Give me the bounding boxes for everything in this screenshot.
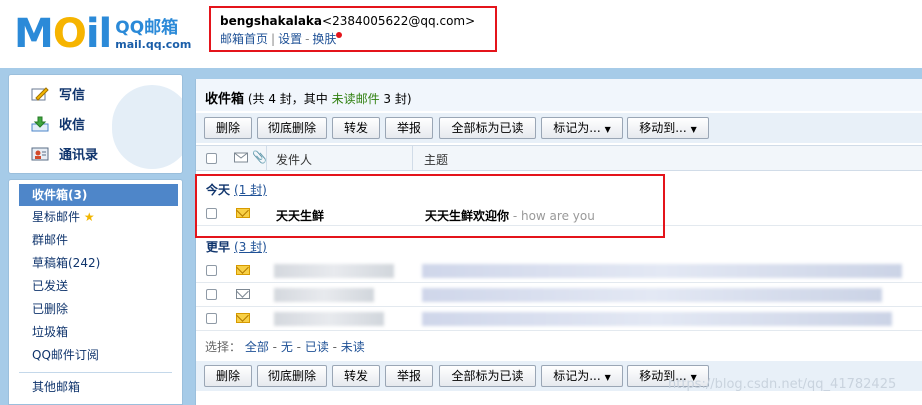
mark-all-read-button[interactable]: 全部标为已读 — [439, 117, 536, 139]
penguin-watermark-icon — [112, 85, 182, 169]
contacts-label: 通讯录 — [59, 148, 99, 163]
inbox-summary-suffix: 3 封) — [379, 92, 412, 106]
inbox-title: 收件箱 (共 4 封，其中 未读邮件 3 封) — [205, 88, 412, 107]
attachment-column-icon: 📎 — [252, 150, 267, 164]
mark-as-label: 标记为... — [553, 121, 601, 135]
unread-envelope-icon — [236, 265, 250, 275]
contacts-button[interactable]: 通讯录 — [31, 144, 98, 163]
report-button[interactable]: 举报 — [385, 117, 433, 139]
mail-row[interactable] — [196, 283, 922, 307]
settings-link[interactable]: 设置 — [278, 32, 302, 46]
change-skin-link[interactable]: 换肤 — [312, 32, 336, 46]
highlight-box — [195, 174, 665, 238]
unread-link[interactable]: 未读邮件 — [332, 92, 380, 106]
header: MOil QQ邮箱 mail.qq.com bengshakalaka<2384… — [0, 0, 922, 68]
mark-as-label: 标记为... — [553, 369, 601, 383]
group-earlier: 更早 (3 封) — [206, 238, 267, 255]
inbox-title-text: 收件箱 — [205, 92, 245, 107]
mail-home-link[interactable]: 邮箱首页 — [220, 32, 268, 46]
row-checkbox[interactable] — [206, 313, 217, 324]
logo-word: MOil — [14, 11, 112, 57]
redacted-sender — [274, 264, 394, 278]
move-to-label: 移动到... — [639, 121, 687, 135]
folder-starred[interactable]: 星标邮件 ★ — [9, 206, 182, 229]
report-button[interactable]: 举报 — [385, 365, 433, 387]
mail-row[interactable] — [196, 307, 922, 331]
star-icon: ★ — [83, 210, 95, 224]
redacted-subject — [422, 288, 882, 302]
sender-column[interactable]: 发件人 — [276, 151, 312, 168]
select-all-checkbox[interactable] — [206, 153, 217, 164]
mail-row[interactable] — [196, 259, 922, 283]
inbox-summary-prefix: (共 4 封，其中 — [244, 92, 332, 106]
folder-subscriptions[interactable]: QQ邮件订阅 — [9, 344, 182, 367]
forward-button[interactable]: 转发 — [332, 117, 380, 139]
read-envelope-icon — [236, 289, 250, 299]
redacted-sender — [274, 312, 384, 326]
row-checkbox[interactable] — [206, 265, 217, 276]
select-unread-link[interactable]: 未读 — [341, 340, 365, 354]
top-toolbar: 删除 彻底删除 转发 举报 全部标为已读 标记为... ▼ 移动到... ▼ — [196, 113, 922, 143]
delete-button[interactable]: 删除 — [204, 365, 252, 387]
permanent-delete-button[interactable]: 彻底删除 — [257, 365, 327, 387]
qq-mail-logo[interactable]: MOil QQ邮箱 mail.qq.com — [14, 12, 191, 56]
mark-as-dropdown[interactable]: 标记为... ▼ — [541, 365, 623, 387]
folder-inbox[interactable]: 收件箱(3) — [19, 184, 178, 206]
folder-group-mail[interactable]: 群邮件 — [9, 229, 182, 252]
chevron-down-icon: ▼ — [604, 125, 611, 134]
row-checkbox[interactable] — [206, 289, 217, 300]
contacts-icon — [31, 146, 49, 162]
select-read-link[interactable]: 已读 — [305, 340, 329, 354]
mark-as-dropdown[interactable]: 标记为... ▼ — [541, 117, 623, 139]
select-all-link[interactable]: 全部 — [245, 340, 269, 354]
redacted-sender — [274, 288, 374, 302]
compose-icon — [31, 86, 49, 102]
chevron-down-icon: ▼ — [604, 373, 611, 382]
user-email: <2384005622@qq.com> — [322, 14, 476, 28]
receive-button[interactable]: 收信 — [31, 114, 85, 133]
envelope-column-icon — [234, 151, 248, 166]
select-none-link[interactable]: 无 — [281, 340, 293, 354]
receive-icon — [31, 116, 49, 132]
folder-deleted[interactable]: 已删除 — [9, 298, 182, 321]
notification-dot — [336, 32, 343, 38]
user-info: bengshakalaka<2384005622@qq.com> 邮箱首页 | 设置… — [209, 6, 497, 52]
compose-button[interactable]: 写信 — [31, 84, 85, 103]
group-earlier-count[interactable]: (3 封) — [234, 240, 267, 254]
logo-cn: QQ邮箱 — [115, 17, 179, 38]
folder-drafts[interactable]: 草稿箱(242) — [9, 252, 182, 275]
forward-button[interactable]: 转发 — [332, 365, 380, 387]
select-bar: 选择： 全部 - 无 - 已读 - 未读 — [205, 340, 365, 354]
logo-url: mail.qq.com — [115, 37, 192, 51]
inbox-header: 收件箱 (共 4 封，其中 未读邮件 3 封) — [196, 79, 922, 111]
receive-label: 收信 — [59, 118, 86, 133]
folder-other-mailboxes[interactable]: 其他邮箱 — [9, 376, 182, 399]
redacted-subject — [422, 312, 892, 326]
chevron-down-icon: ▼ — [690, 125, 697, 134]
mark-all-read-button[interactable]: 全部标为已读 — [439, 365, 536, 387]
folder-list: 收件箱(3) 星标邮件 ★ 群邮件 草稿箱(242) 已发送 已删除 垃圾箱 Q… — [8, 179, 183, 405]
folder-sent[interactable]: 已发送 — [9, 275, 182, 298]
group-earlier-title: 更早 — [206, 240, 231, 254]
sidebar-divider — [19, 372, 172, 373]
permanent-delete-button[interactable]: 彻底删除 — [257, 117, 327, 139]
move-to-dropdown[interactable]: 移动到... ▼ — [627, 117, 709, 139]
username: bengshakalaka — [220, 14, 323, 28]
compose-label: 写信 — [59, 88, 86, 103]
folder-starred-label: 星标邮件 — [32, 210, 81, 224]
column-header: 📎 发件人 主题 — [196, 145, 922, 171]
subject-column[interactable]: 主题 — [424, 151, 448, 168]
redacted-subject — [422, 264, 902, 278]
unread-envelope-icon — [236, 313, 250, 323]
delete-button[interactable]: 删除 — [204, 117, 252, 139]
sidebar-actions: 写信 收信 通讯录 — [8, 74, 183, 174]
watermark-text: https://blog.csdn.net/qq_41782425 — [668, 377, 897, 392]
select-label: 选择： — [205, 340, 242, 354]
inbox-panel: 收件箱 (共 4 封，其中 未读邮件 3 封) 删除 彻底删除 转发 举报 全部… — [195, 79, 922, 405]
folder-spam[interactable]: 垃圾箱 — [9, 321, 182, 344]
